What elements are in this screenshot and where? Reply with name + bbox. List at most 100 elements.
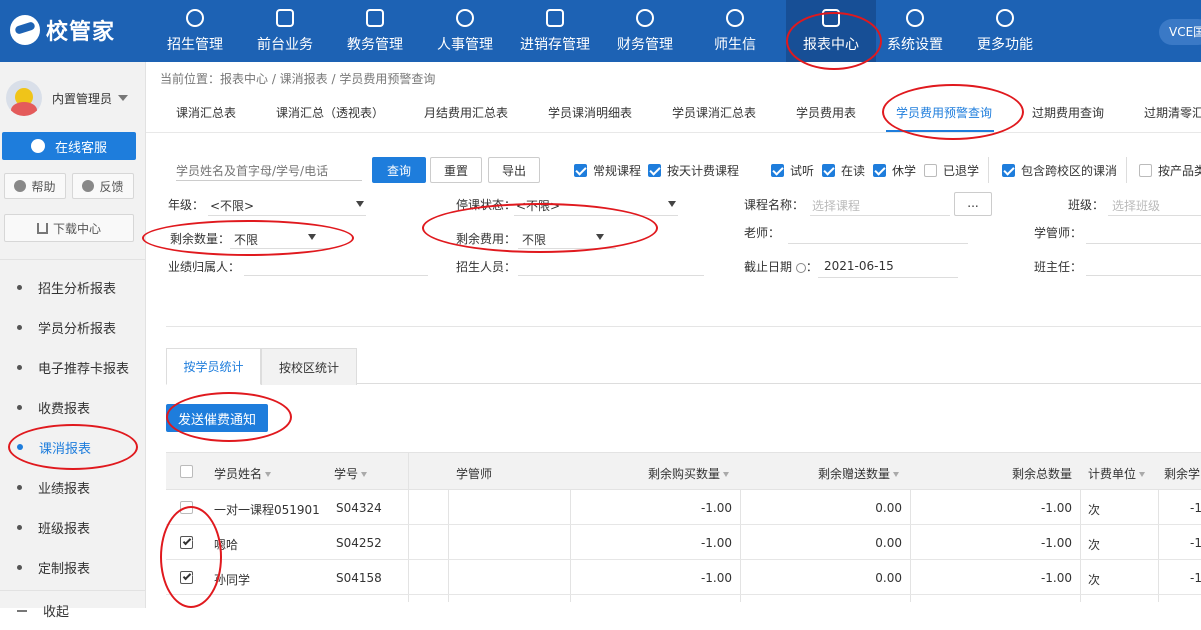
tab-student-fee[interactable]: 学员费用表	[796, 104, 856, 121]
more-icon	[996, 9, 1014, 27]
owner-label: 业绩归属人：	[168, 260, 241, 274]
nav-item-front-desk[interactable]: 前台业务	[242, 0, 328, 62]
cell-student-id: S04324	[336, 501, 382, 515]
checkbox-checked-icon	[1002, 164, 1015, 177]
teacher-input[interactable]	[788, 243, 968, 244]
feedback-button[interactable]: 反馈	[72, 173, 134, 199]
feedback-icon	[82, 180, 95, 192]
select-all-checkbox[interactable]	[180, 465, 193, 478]
tab-expired-fee[interactable]: 过期费用查询	[1032, 104, 1104, 121]
nav-item-finance[interactable]: 财务管理	[602, 0, 688, 62]
export-button[interactable]: 导出	[488, 157, 540, 183]
tab-expired-clear[interactable]: 过期清零汇	[1144, 104, 1201, 121]
report-icon	[822, 9, 840, 27]
help-button[interactable]: 帮助	[4, 173, 66, 199]
checkbox-checked-icon	[771, 164, 784, 177]
nav-item-inventory[interactable]: 进销存管理	[512, 0, 598, 62]
recruiter-input[interactable]	[518, 275, 704, 276]
tab-consumption-summary[interactable]: 课消汇总表	[176, 104, 236, 121]
class-input[interactable]: 选择班级	[1112, 197, 1160, 214]
chat-icon	[726, 9, 744, 27]
send-payment-reminder-button[interactable]: 发送催费通知	[166, 404, 268, 432]
online-support-button[interactable]: 在线客服	[2, 132, 136, 160]
search-input[interactable]	[176, 161, 362, 181]
checkbox-cross-campus[interactable]: 包含跨校区的课消	[1002, 162, 1117, 179]
checkbox-daily-billing[interactable]: 按天计费课程	[648, 162, 739, 179]
course-picker-button[interactable]: ...	[954, 192, 992, 216]
col-label: 学员姓名	[214, 467, 263, 481]
cell-billing-unit: 次	[1088, 573, 1101, 587]
app-logo[interactable]: 校管家	[10, 14, 115, 46]
checkbox-label: 在读	[841, 164, 866, 178]
col-student-id[interactable]: 学号	[334, 465, 368, 482]
table-row[interactable]: 孙同学 S04158 -1.00 0.00 -1.00 次 -1	[166, 560, 1201, 595]
cell-remaining-total: -1.00	[1040, 501, 1072, 515]
teacher-label: 老师：	[744, 226, 781, 240]
checkbox-studying[interactable]: 在读	[822, 162, 865, 179]
divider	[988, 157, 989, 183]
book-icon	[366, 9, 384, 27]
user-menu[interactable]: 内置管理员	[6, 80, 129, 116]
checkbox-regular-course[interactable]: 常规课程	[574, 162, 641, 179]
stop-status-value: <不限>	[516, 199, 561, 213]
deadline-date-input[interactable]: 2021-06-15	[824, 259, 894, 273]
nav-item-academic[interactable]: 教务管理	[332, 0, 418, 62]
col-billing-unit[interactable]: 计费单位	[1088, 465, 1146, 482]
owner-input[interactable]	[244, 275, 428, 276]
checkbox-suspended[interactable]: 休学	[873, 162, 916, 179]
sidebar-item-label: 定制报表	[38, 561, 91, 577]
checkbox-by-product[interactable]: 按产品类	[1139, 162, 1201, 179]
download-center-button[interactable]: 下载中心	[4, 214, 134, 242]
campus-badge[interactable]: VCE国	[1159, 19, 1201, 45]
sidebar-item-admission-report[interactable]: 招生分析报表	[0, 267, 146, 307]
nav-item-settings[interactable]: 系统设置	[874, 0, 956, 62]
tab-consumption-pivot[interactable]: 课消汇总（透视表）	[276, 104, 384, 121]
sidebar-item-label: 招生分析报表	[38, 281, 117, 297]
chevron-down-icon	[118, 95, 129, 101]
sidebar-item-fee-report[interactable]: 收费报表	[0, 387, 146, 427]
nav-item-more[interactable]: 更多功能	[964, 0, 1046, 62]
col-remaining-gift[interactable]: 剩余赠送数量	[818, 465, 900, 482]
user-name: 内置管理员	[52, 91, 113, 106]
checkbox-trial[interactable]: 试听	[771, 162, 814, 179]
sidebar-item-class-report[interactable]: 班级报表	[0, 507, 146, 547]
bullet-icon	[17, 564, 22, 570]
table-row[interactable]: 一对一课程051901 S04324 -1.00 0.00 -1.00 次 -1	[166, 490, 1201, 525]
deadline-label: 截止日期 ：	[744, 260, 818, 274]
sidebar-collapse[interactable]: 收起	[0, 590, 146, 630]
course-name-input[interactable]: 选择课程	[812, 197, 860, 214]
sidebar-item-performance-report[interactable]: 业绩报表	[0, 467, 146, 507]
remaining-fee-label: 剩余费用：	[456, 232, 517, 246]
reset-button[interactable]: 重置	[430, 157, 482, 183]
sidebar-item-student-report[interactable]: 学员分析报表	[0, 307, 146, 347]
head-teacher-input[interactable]	[1086, 275, 1201, 276]
query-button[interactable]: 查询	[372, 157, 426, 183]
table-row[interactable]: 嗯哈 S04252 -1.00 0.00 -1.00 次 -1	[166, 525, 1201, 560]
field-underline	[518, 248, 616, 249]
row-checkbox[interactable]	[180, 501, 193, 514]
col-student-name[interactable]: 学员姓名	[214, 465, 272, 482]
sidebar-item-consumption-report[interactable]: 课消报表	[0, 427, 146, 467]
tab-student-detail[interactable]: 学员课消明细表	[548, 104, 632, 121]
nav-label: 更多功能	[977, 37, 1033, 53]
remaining-qty-value: 不限	[234, 233, 259, 247]
tab-by-student[interactable]: 按学员统计	[166, 348, 261, 385]
checkbox-checked-icon	[574, 164, 587, 177]
nav-item-hr[interactable]: 人事管理	[422, 0, 508, 62]
sidebar-item-referral-report[interactable]: 电子推荐卡报表	[0, 347, 146, 387]
checkbox-withdrawn[interactable]: 已退学	[924, 162, 979, 179]
col-remaining-purchased[interactable]: 剩余购买数量	[648, 465, 730, 482]
settings-icon	[906, 9, 924, 27]
tab-fee-warning[interactable]: 学员费用预警查询	[896, 104, 992, 121]
sidebar-item-custom-report[interactable]: 定制报表	[0, 547, 146, 587]
tab-monthly-summary[interactable]: 月结费用汇总表	[424, 104, 508, 121]
nav-item-messages[interactable]: 师生信	[692, 0, 778, 62]
nav-item-reports[interactable]: 报表中心	[786, 0, 876, 62]
field-underline	[818, 277, 958, 278]
nav-item-admissions[interactable]: 招生管理	[154, 0, 236, 62]
tab-by-campus[interactable]: 按校区统计	[261, 348, 357, 385]
checkbox-checked-icon	[873, 164, 886, 177]
manager-input[interactable]	[1086, 243, 1201, 244]
tab-student-summary[interactable]: 学员课消汇总表	[672, 104, 756, 121]
report-tabs: 课消汇总表 课消汇总（透视表） 月结费用汇总表 学员课消明细表 学员课消汇总表 …	[146, 89, 1201, 133]
